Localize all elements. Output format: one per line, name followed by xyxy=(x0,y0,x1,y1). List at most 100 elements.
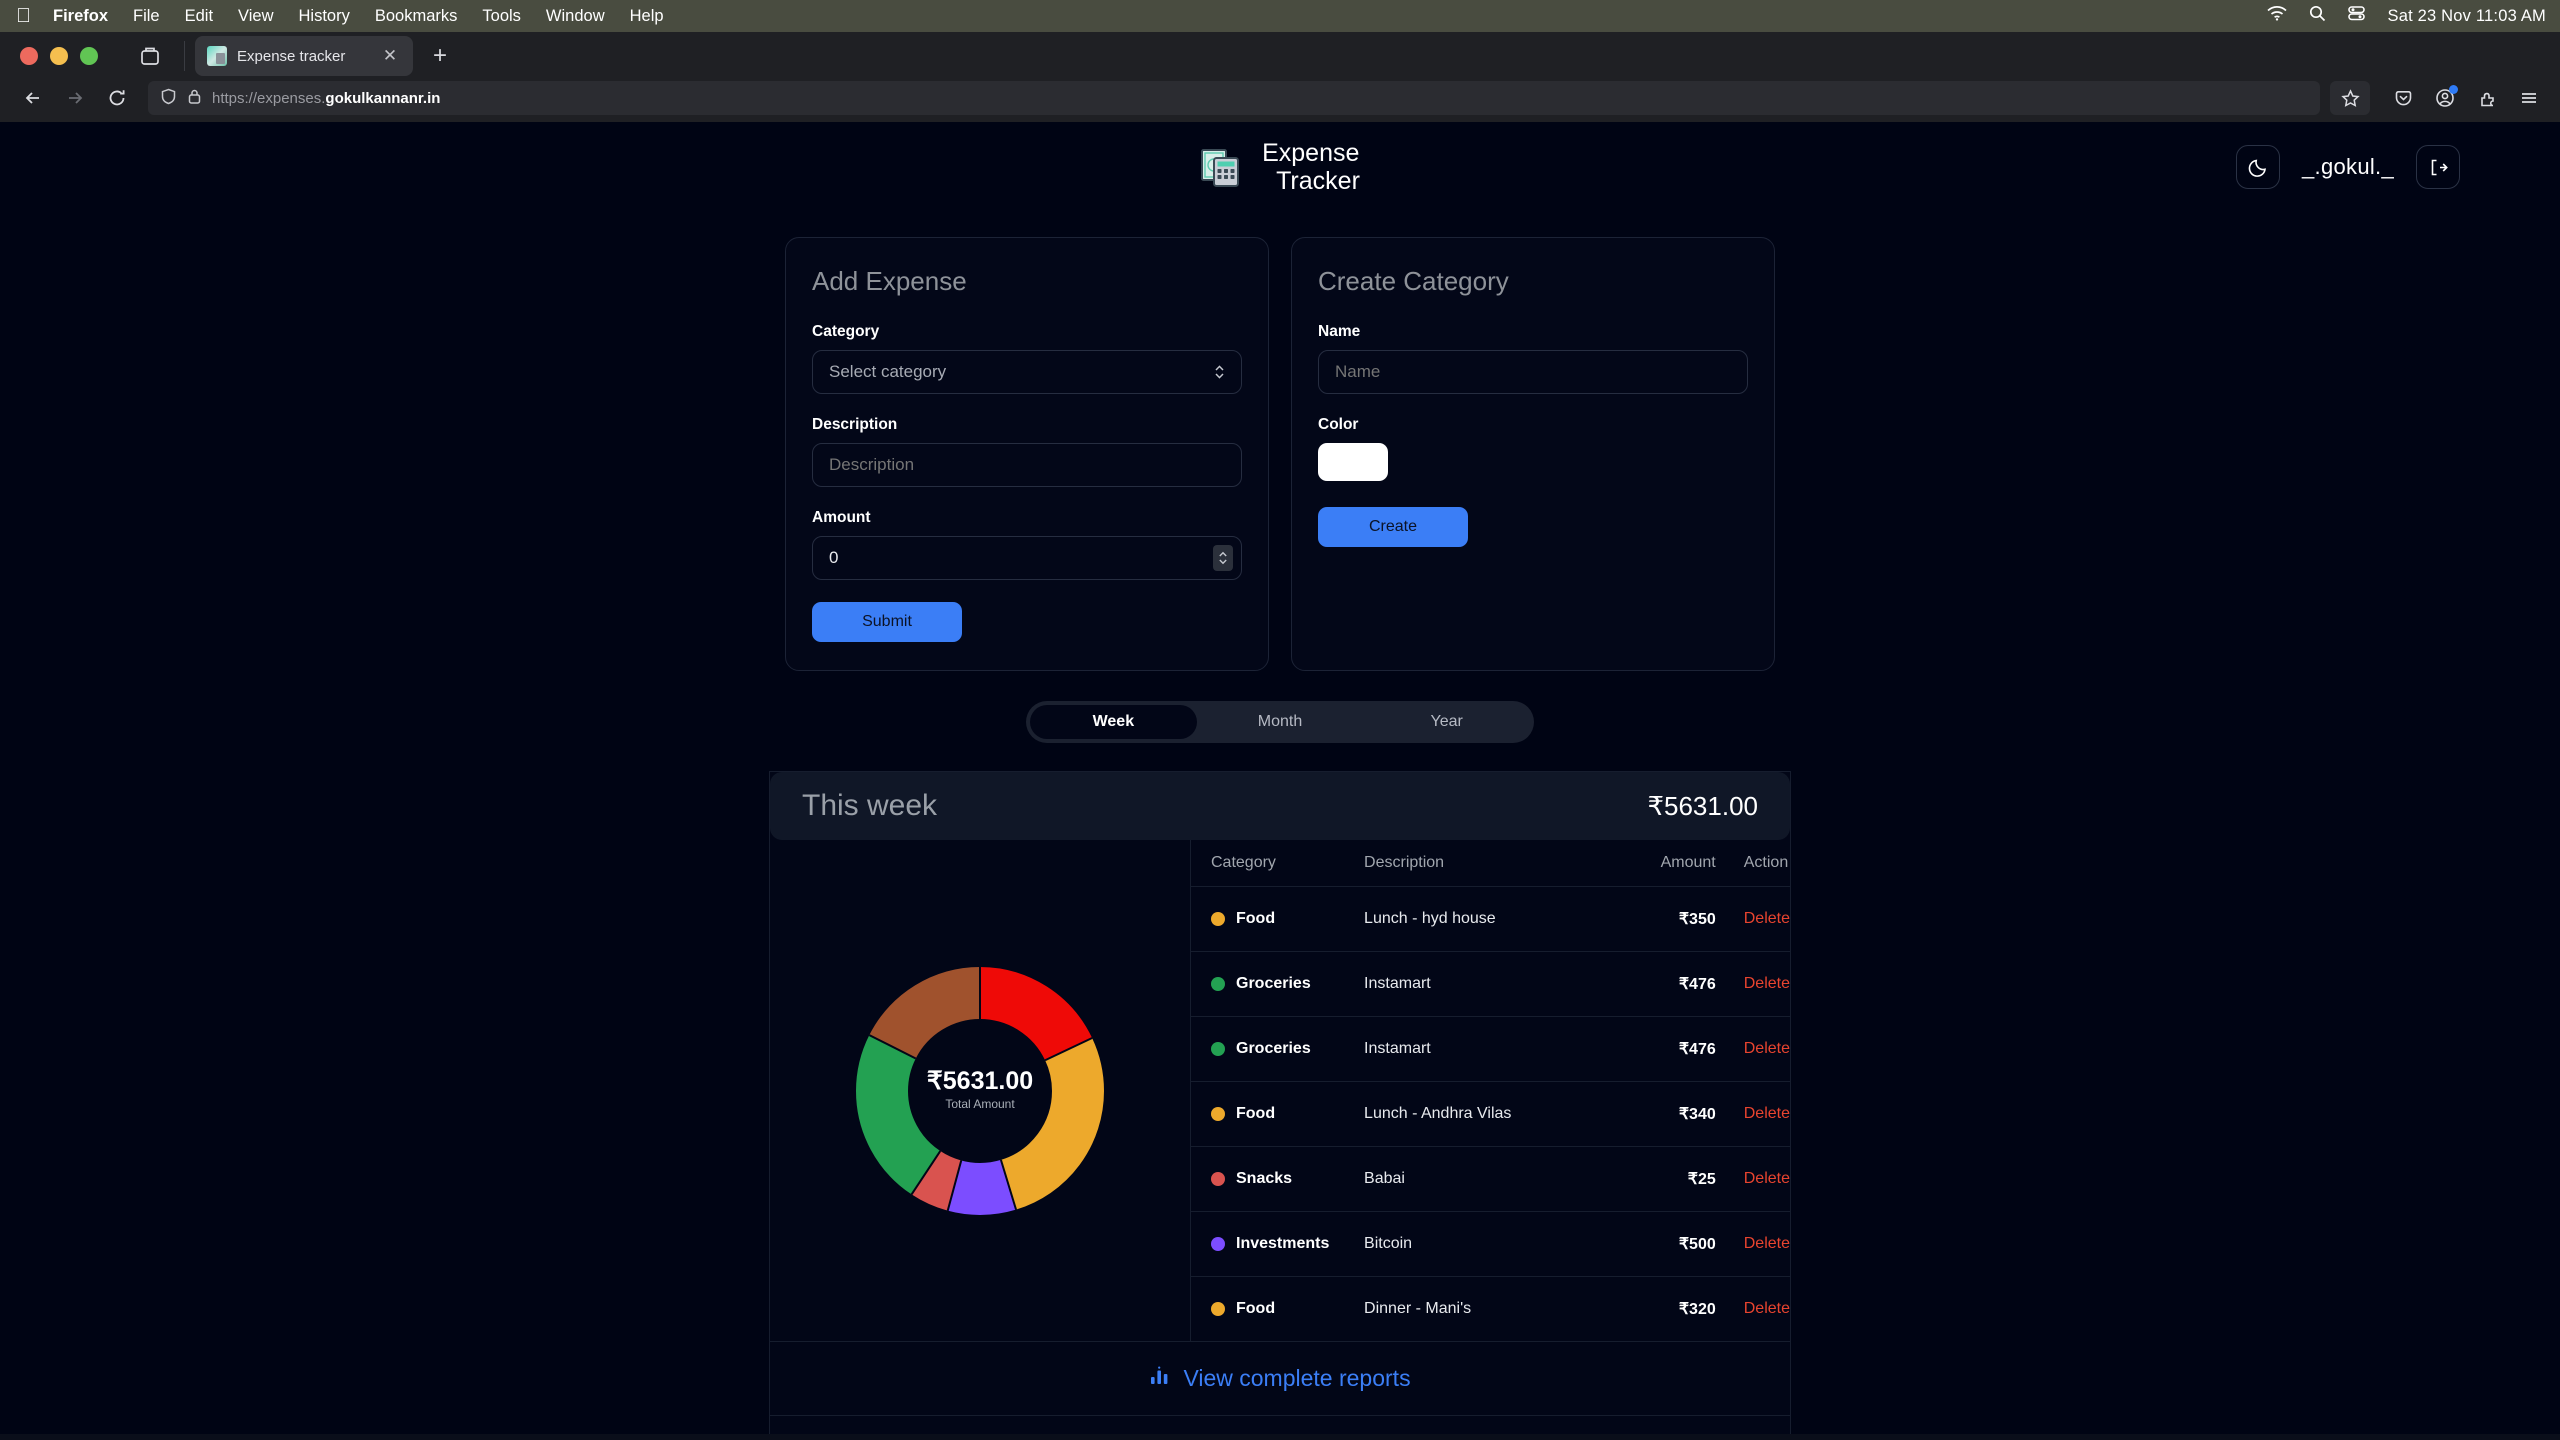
brand-line-2: Tracker xyxy=(1262,167,1360,196)
hamburger-menu-icon[interactable] xyxy=(2510,81,2548,115)
period-tabs-wrapper: Week Month Year xyxy=(0,701,2560,743)
menu-item-view[interactable]: View xyxy=(238,7,273,26)
amount-stepper[interactable] xyxy=(1213,545,1233,571)
reload-icon[interactable] xyxy=(96,81,138,115)
row-category-cell: Food xyxy=(1191,887,1364,952)
browser-tab[interactable]: Expense tracker ✕ xyxy=(195,36,413,76)
url-protocol: https://expenses. xyxy=(212,90,325,107)
apple-logo-icon[interactable]:  xyxy=(16,6,31,26)
maximize-window-button[interactable] xyxy=(80,47,98,65)
row-description: Instamart xyxy=(1364,1017,1607,1082)
table-row: InvestmentsBitcoin₹500Delete xyxy=(1191,1212,1790,1277)
menu-bar-status-area: Sat 23 Nov 11:03 AM xyxy=(2267,0,2546,32)
app-header: Expense Tracker _.gokul._ xyxy=(0,122,2560,212)
lock-icon[interactable] xyxy=(187,88,202,109)
name-input[interactable] xyxy=(1318,350,1748,394)
moon-icon[interactable] xyxy=(2236,145,2280,189)
firefox-window: Expense tracker ✕ + https://expenses.gok… xyxy=(0,32,2560,122)
create-category-card: Create Category Name Color Create xyxy=(1291,237,1775,671)
create-button[interactable]: Create xyxy=(1318,507,1468,547)
category-color-dot xyxy=(1211,1237,1225,1251)
forward-icon[interactable] xyxy=(54,81,96,115)
category-select-value: Select category xyxy=(829,362,946,382)
color-label: Color xyxy=(1318,416,1748,434)
tab-month[interactable]: Month xyxy=(1197,705,1364,739)
row-delete-button[interactable]: Delete xyxy=(1716,1212,1790,1277)
donut-center-amount: ₹5631.00 xyxy=(927,1067,1033,1095)
row-delete-button[interactable]: Delete xyxy=(1716,1277,1790,1342)
menu-item-window[interactable]: Window xyxy=(546,7,605,26)
pocket-icon[interactable] xyxy=(2384,81,2422,115)
row-category-cell: Snacks xyxy=(1191,1147,1364,1212)
bookmark-star-icon[interactable] xyxy=(2330,81,2370,115)
row-description: Bitcoin xyxy=(1364,1212,1607,1277)
menu-item-bookmarks[interactable]: Bookmarks xyxy=(375,7,458,26)
money-calculator-logo-icon xyxy=(1200,144,1244,190)
wifi-icon[interactable] xyxy=(2267,6,2287,26)
row-amount: ₹476 xyxy=(1607,1017,1716,1082)
close-tab-icon[interactable]: ✕ xyxy=(379,46,401,66)
shield-icon[interactable] xyxy=(160,88,177,109)
table-row: GroceriesInstamart₹476Delete xyxy=(1191,1017,1790,1082)
category-color-dot xyxy=(1211,1302,1225,1316)
account-icon[interactable] xyxy=(2426,81,2464,115)
summary-title: This week xyxy=(802,789,937,823)
row-delete-button[interactable]: Delete xyxy=(1716,952,1790,1017)
url-text: https://expenses.gokulkannanr.in xyxy=(212,90,440,107)
summary-total: ₹5631.00 xyxy=(1647,791,1758,822)
menu-item-history[interactable]: History xyxy=(299,7,350,26)
control-center-icon[interactable] xyxy=(2348,6,2365,26)
row-delete-button[interactable]: Delete xyxy=(1716,1017,1790,1082)
menu-item-file[interactable]: File xyxy=(133,7,160,26)
menu-item-tools[interactable]: Tools xyxy=(482,7,521,26)
donut-chart[interactable]: ₹5631.00 Total Amount xyxy=(850,961,1110,1221)
color-picker-swatch[interactable] xyxy=(1318,443,1388,481)
row-amount: ₹320 xyxy=(1607,1277,1716,1342)
view-reports-link[interactable]: View complete reports xyxy=(770,1341,1790,1415)
toolbar-icons xyxy=(2384,81,2548,115)
table-head: Category Description Amount Action xyxy=(1191,840,1790,887)
menu-item-edit[interactable]: Edit xyxy=(185,7,213,26)
table-row: GroceriesInstamart₹476Delete xyxy=(1191,952,1790,1017)
brand[interactable]: Expense Tracker xyxy=(1200,139,1360,196)
row-category-cell: Investments xyxy=(1191,1212,1364,1277)
category-select[interactable]: Select category xyxy=(812,350,1242,394)
menu-bar-clock[interactable]: Sat 23 Nov 11:03 AM xyxy=(2387,7,2546,26)
amount-value: 0 xyxy=(829,548,838,568)
donut-center-label: Total Amount xyxy=(945,1097,1015,1111)
expense-tracker-page: Expense Tracker _.gokul._ Add Expense Ca… xyxy=(0,122,2560,1434)
description-input[interactable] xyxy=(812,443,1242,487)
row-amount: ₹25 xyxy=(1607,1147,1716,1212)
logout-icon[interactable] xyxy=(2416,145,2460,189)
new-tab-button[interactable]: + xyxy=(421,37,459,75)
header-category: Category xyxy=(1191,840,1364,887)
row-delete-button[interactable]: Delete xyxy=(1716,1082,1790,1147)
row-delete-button[interactable]: Delete xyxy=(1716,1147,1790,1212)
category-color-dot xyxy=(1211,912,1225,926)
submit-button[interactable]: Submit xyxy=(812,602,962,642)
row-category-label: Groceries xyxy=(1236,975,1311,993)
minimize-window-button[interactable] xyxy=(50,47,68,65)
back-icon[interactable] xyxy=(12,81,54,115)
row-amount: ₹476 xyxy=(1607,952,1716,1017)
expenses-table: Category Description Amount Action FoodL… xyxy=(1191,840,1790,1341)
donut-chart-column: ₹5631.00 Total Amount xyxy=(770,840,1190,1341)
search-icon[interactable] xyxy=(2309,5,2326,27)
navigation-toolbar: https://expenses.gokulkannanr.in xyxy=(0,80,2560,122)
list-all-tabs-icon[interactable] xyxy=(130,36,170,76)
summary-container: This week ₹5631.00 xyxy=(769,771,1791,1434)
row-amount: ₹350 xyxy=(1607,887,1716,952)
tab-week[interactable]: Week xyxy=(1030,705,1197,739)
table-row: FoodLunch - Andhra Vilas₹340Delete xyxy=(1191,1082,1790,1147)
row-category-cell: Food xyxy=(1191,1277,1364,1342)
row-delete-button[interactable]: Delete xyxy=(1716,887,1790,952)
table-body: FoodLunch - hyd house₹350DeleteGroceries… xyxy=(1191,887,1790,1342)
extensions-icon[interactable] xyxy=(2468,81,2506,115)
tab-year[interactable]: Year xyxy=(1363,705,1530,739)
url-bar[interactable]: https://expenses.gokulkannanr.in xyxy=(148,81,2320,115)
close-window-button[interactable] xyxy=(20,47,38,65)
amount-input[interactable]: 0 xyxy=(812,536,1242,580)
menu-item-firefox[interactable]: Firefox xyxy=(53,7,108,26)
menu-item-help[interactable]: Help xyxy=(630,7,664,26)
row-description: Babai xyxy=(1364,1147,1607,1212)
